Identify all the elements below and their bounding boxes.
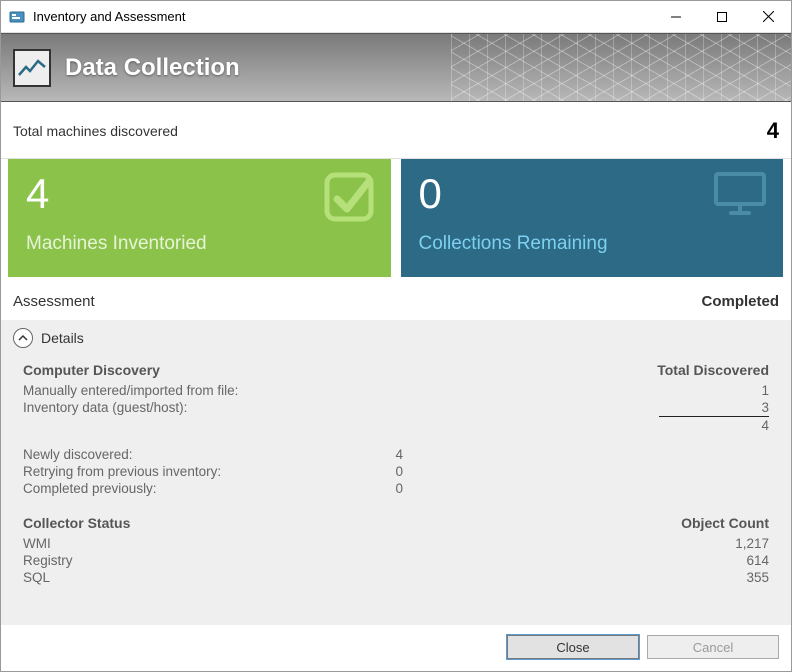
collector-heading-row: Collector Status Object Count xyxy=(23,515,769,531)
assessment-row: Assessment Completed xyxy=(1,277,791,320)
discovery-row: Inventory data (guest/host): 3 xyxy=(23,399,769,416)
discovery-heading-row: Computer Discovery Total Discovered xyxy=(23,362,769,378)
collector-row: Registry 614 xyxy=(23,552,769,569)
discovery-row-value: 1 xyxy=(403,383,769,398)
discovery-extra-label: Newly discovered: xyxy=(23,447,293,462)
checkmark-icon xyxy=(323,171,375,226)
total-discovered-heading: Total Discovered xyxy=(657,362,769,378)
discovery-extra-label: Retrying from previous inventory: xyxy=(23,464,293,479)
details-label: Details xyxy=(41,330,84,346)
tile-inventoried: 4 Machines Inventoried xyxy=(8,159,391,277)
app-icon xyxy=(9,9,25,25)
discovery-total: 4 xyxy=(403,418,769,433)
details-header: Details xyxy=(13,328,779,348)
window-buttons xyxy=(653,2,791,32)
totals-row: Total machines discovered 4 xyxy=(1,102,791,159)
minimize-button[interactable] xyxy=(653,2,699,32)
window: Inventory and Assessment Data Collection… xyxy=(0,0,792,672)
footer: Close Cancel xyxy=(1,625,791,671)
banner: Data Collection xyxy=(1,33,791,102)
tile-inventoried-caption: Machines Inventoried xyxy=(26,233,373,255)
collector-heading: Collector Status xyxy=(23,515,130,531)
discovery-row: Manually entered/imported from file: 1 xyxy=(23,382,769,399)
discovery-heading: Computer Discovery xyxy=(23,362,160,378)
collector-row-value: 1,217 xyxy=(403,536,769,551)
banner-title: Data Collection xyxy=(65,54,240,82)
close-window-button[interactable] xyxy=(745,2,791,32)
details-body: Computer Discovery Total Discovered Manu… xyxy=(13,362,779,586)
discovery-extra-row: Retrying from previous inventory: 0 xyxy=(23,463,769,480)
totals-label: Total machines discovered xyxy=(13,123,767,139)
discovery-row-label: Inventory data (guest/host): xyxy=(23,400,293,415)
discovery-extra-label: Completed previously: xyxy=(23,481,293,496)
collector-row: SQL 355 xyxy=(23,569,769,586)
collector-row-value: 355 xyxy=(403,570,769,585)
chart-line-icon xyxy=(13,49,51,87)
totals-value: 4 xyxy=(767,118,779,144)
chevron-up-icon xyxy=(18,333,28,343)
tile-remaining: 0 Collections Remaining xyxy=(401,159,784,277)
discovery-row-label: Manually entered/imported from file: xyxy=(23,383,293,398)
discovery-extra-value: 4 xyxy=(293,447,403,462)
banner-decor xyxy=(451,34,791,101)
collector-row-label: SQL xyxy=(23,570,293,585)
collector-row: WMI 1,217 xyxy=(23,535,769,552)
cancel-button: Cancel xyxy=(647,635,779,659)
details-section: Details Computer Discovery Total Discove… xyxy=(1,320,791,625)
discovery-extra-row: Newly discovered: 4 xyxy=(23,446,769,463)
titlebar: Inventory and Assessment xyxy=(1,1,791,33)
close-button[interactable]: Close xyxy=(507,635,639,659)
tiles: 4 Machines Inventoried 0 Collections Rem… xyxy=(1,159,791,277)
discovery-extra-value: 0 xyxy=(293,481,403,496)
window-title: Inventory and Assessment xyxy=(33,9,653,24)
discovery-extra-row: Completed previously: 0 xyxy=(23,480,769,497)
object-count-heading: Object Count xyxy=(681,515,769,531)
collapse-toggle[interactable] xyxy=(13,328,33,348)
assessment-status: Completed xyxy=(701,293,779,310)
tile-inventoried-value: 4 xyxy=(26,173,373,215)
discovery-total-row: 4 xyxy=(23,417,769,434)
maximize-button[interactable] xyxy=(699,2,745,32)
collector-row-label: Registry xyxy=(23,553,293,568)
monitor-icon xyxy=(713,171,767,220)
discovery-row-value: 3 xyxy=(403,400,769,415)
tile-remaining-caption: Collections Remaining xyxy=(419,233,766,255)
assessment-label: Assessment xyxy=(13,293,701,310)
collector-row-label: WMI xyxy=(23,536,293,551)
discovery-extra-value: 0 xyxy=(293,464,403,479)
collector-row-value: 614 xyxy=(403,553,769,568)
